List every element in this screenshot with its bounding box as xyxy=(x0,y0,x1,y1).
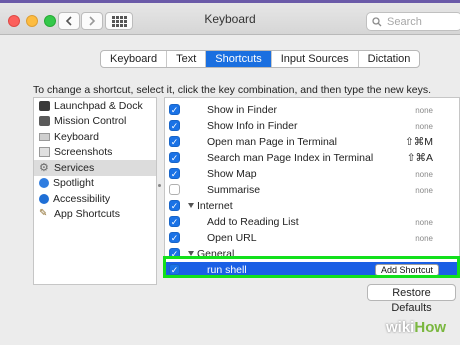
watermark-part2: How xyxy=(414,319,447,336)
shortcut-keys[interactable]: none xyxy=(415,234,433,243)
tab-text[interactable]: Text xyxy=(167,51,207,67)
keyboard-icon xyxy=(39,132,50,141)
category-label: Keyboard xyxy=(54,130,99,143)
shortcut-checkbox[interactable]: ✓ xyxy=(169,264,180,275)
shortcut-row[interactable]: ✓ Open man Page in Terminal ⇧⌘M xyxy=(165,134,459,150)
shortcut-checkbox[interactable]: ✓ xyxy=(169,168,180,179)
group-label: General xyxy=(197,248,235,260)
disclosure-triangle-icon[interactable] xyxy=(188,203,194,208)
shortcut-label: Show in Finder xyxy=(207,104,278,116)
shortcut-row[interactable]: ✓ Search man Page Index in Terminal ⇧⌘A xyxy=(165,150,459,166)
shortcut-row[interactable]: ✓ Show in Finder none xyxy=(165,102,459,118)
split-handle[interactable] xyxy=(158,184,161,187)
shortcut-keys[interactable]: ⇧⌘A xyxy=(407,152,433,164)
search-input[interactable] xyxy=(385,14,455,29)
category-label: Launchpad & Dock xyxy=(54,99,143,112)
shortcut-row[interactable]: ✓ Add to Reading List none xyxy=(165,214,459,230)
shortcut-label: Add to Reading List xyxy=(207,216,299,228)
shortcut-checkbox[interactable]: ✓ xyxy=(169,104,180,115)
shortcut-label: Show Map xyxy=(207,168,257,180)
chevron-right-icon xyxy=(89,16,96,26)
shortcut-keys[interactable]: none xyxy=(415,106,433,115)
gear-icon: ⚙ xyxy=(39,161,49,174)
shortcut-label: Search man Page Index in Terminal xyxy=(207,152,374,164)
tab-bar: Keyboard Text Shortcuts Input Sources Di… xyxy=(100,50,421,68)
close-window-button[interactable] xyxy=(8,15,20,27)
category-label: App Shortcuts xyxy=(54,208,120,221)
group-row-internet[interactable]: ✓ Internet xyxy=(165,198,459,214)
show-all-button[interactable] xyxy=(105,12,133,30)
shortcut-label: Open man Page in Terminal xyxy=(207,136,337,148)
tab-input-sources[interactable]: Input Sources xyxy=(272,51,359,67)
group-row-general[interactable]: ✓ General xyxy=(165,246,459,262)
category-keyboard[interactable]: Keyboard xyxy=(34,129,156,145)
forward-button[interactable] xyxy=(81,12,103,30)
category-label: Accessibility xyxy=(53,192,111,205)
shortcut-row[interactable]: ✓ Open URL none xyxy=(165,230,459,246)
shortcut-row[interactable]: ✓ Show Info in Finder none xyxy=(165,118,459,134)
restore-defaults-button[interactable]: Restore Defaults xyxy=(367,284,456,314)
category-services[interactable]: ⚙ Services xyxy=(34,160,156,176)
category-label: Spotlight xyxy=(53,177,94,190)
wikihow-watermark: wikiHow xyxy=(386,319,446,336)
shortcut-checkbox[interactable]: ✓ xyxy=(169,216,180,227)
app-shortcuts-icon: ✎ xyxy=(39,208,48,220)
category-launchpad-dock[interactable]: Launchpad & Dock xyxy=(34,98,156,114)
category-label: Mission Control xyxy=(54,115,127,128)
category-mission-control[interactable]: Mission Control xyxy=(34,114,156,130)
shortcut-keys[interactable]: none xyxy=(415,218,433,227)
grid-icon xyxy=(111,15,127,27)
tab-keyboard[interactable]: Keyboard xyxy=(101,51,168,67)
screenshots-icon xyxy=(39,147,50,158)
group-label: Internet xyxy=(197,200,233,212)
accessibility-icon xyxy=(39,193,49,204)
category-label: Services xyxy=(54,161,95,174)
shortcut-checkbox[interactable] xyxy=(169,184,180,195)
shortcut-row[interactable]: Summarise none xyxy=(165,182,459,198)
zoom-window-button[interactable] xyxy=(44,15,56,27)
mission-control-icon xyxy=(39,116,50,127)
spotlight-icon xyxy=(39,178,49,189)
add-shortcut-button[interactable]: Add Shortcut xyxy=(374,264,439,276)
shortcut-checkbox[interactable]: ✓ xyxy=(169,136,180,147)
tab-shortcuts[interactable]: Shortcuts xyxy=(206,51,272,67)
shortcut-keys[interactable]: none xyxy=(415,170,433,179)
tab-dictation[interactable]: Dictation xyxy=(359,51,420,67)
back-button[interactable] xyxy=(58,12,80,30)
search-icon xyxy=(372,16,382,26)
shortcut-row-selected[interactable]: ✓ run shell Add Shortcut xyxy=(165,262,459,277)
launchpad-dock-icon xyxy=(39,100,50,111)
category-list: Launchpad & Dock Mission Control Keyboar… xyxy=(33,97,157,285)
instructions-text: To change a shortcut, select it, click t… xyxy=(33,84,432,96)
minimize-window-button[interactable] xyxy=(26,15,38,27)
search-field[interactable] xyxy=(366,12,460,31)
category-spotlight[interactable]: Spotlight xyxy=(34,176,156,192)
category-screenshots[interactable]: Screenshots xyxy=(34,145,156,161)
chevron-left-icon xyxy=(65,16,72,26)
category-label: Screenshots xyxy=(54,146,113,159)
shortcut-keys[interactable]: ⇧⌘M xyxy=(405,136,433,148)
shortcut-label: Summarise xyxy=(207,184,261,196)
category-accessibility[interactable]: Accessibility xyxy=(34,191,156,207)
watermark-part1: wiki xyxy=(386,319,415,336)
group-checkbox[interactable]: ✓ xyxy=(169,248,180,259)
shortcut-keys[interactable]: none xyxy=(415,186,433,195)
category-app-shortcuts[interactable]: ✎ App Shortcuts xyxy=(34,207,156,223)
shortcut-checkbox[interactable]: ✓ xyxy=(169,232,180,243)
disclosure-triangle-icon[interactable] xyxy=(188,251,194,256)
shortcut-keys[interactable]: none xyxy=(415,122,433,131)
shortcut-checkbox[interactable]: ✓ xyxy=(169,152,180,163)
title-bar xyxy=(0,3,460,35)
shortcut-label: Open URL xyxy=(207,232,257,244)
shortcut-label: run shell xyxy=(207,264,247,276)
group-checkbox[interactable]: ✓ xyxy=(169,200,180,211)
shortcut-label: Show Info in Finder xyxy=(207,120,298,132)
shortcut-row[interactable]: ✓ Show Map none xyxy=(165,166,459,182)
shortcut-checkbox[interactable]: ✓ xyxy=(169,120,180,131)
shortcut-list: ✓ Show in Finder none ✓ Show Info in Fin… xyxy=(164,97,460,278)
